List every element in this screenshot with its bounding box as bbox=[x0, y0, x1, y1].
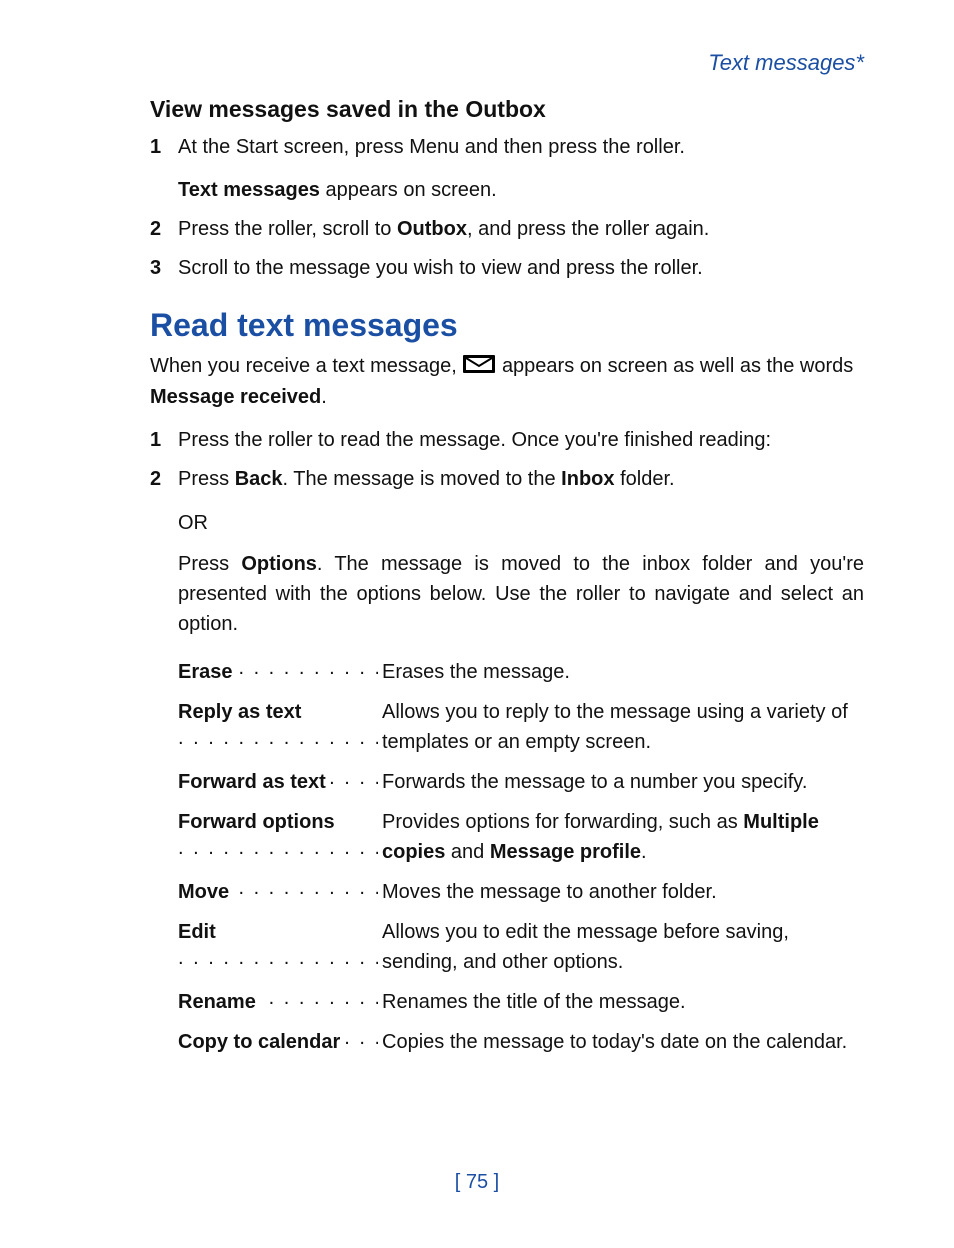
step-text-after: , and press the roller again. bbox=[467, 218, 709, 240]
intro-before: When you receive a text message, bbox=[150, 355, 462, 377]
step-body: Scroll to the message you wish to view a… bbox=[178, 254, 864, 283]
option-row: Move . . . . . . . . . . . . . . . . . .… bbox=[178, 877, 864, 907]
option-label: Erase . . . . . . . . . . . . . . . . . … bbox=[178, 657, 378, 687]
intro-paragraph: When you receive a text message, appears… bbox=[150, 352, 864, 412]
options-list: Erase . . . . . . . . . . . . . . . . . … bbox=[150, 657, 864, 1057]
option-label: Forward as text . . . . . . . . . . . . … bbox=[178, 767, 378, 797]
options-intro: Press Options. The message is moved to t… bbox=[178, 549, 864, 639]
step-text: Scroll to the message you wish to view a… bbox=[178, 257, 703, 279]
step-followup-rest: appears on screen. bbox=[320, 179, 497, 201]
step-bold1: Back bbox=[235, 468, 283, 490]
option-label: Forward options . . . . . . . . . . . . … bbox=[178, 807, 378, 867]
desc-post: . bbox=[641, 841, 647, 863]
option-row: Forward as text . . . . . . . . . . . . … bbox=[178, 767, 864, 797]
option-desc: Provides options for forwarding, such as… bbox=[378, 807, 864, 867]
step-text-bold: Outbox bbox=[397, 218, 467, 240]
desc-mid: and bbox=[445, 841, 489, 863]
option-desc: Forwards the message to a number you spe… bbox=[378, 767, 864, 797]
option-row: Reply as text . . . . . . . . . . . . . … bbox=[178, 697, 864, 757]
step-text-before: Press the roller, scroll to bbox=[178, 218, 397, 240]
bracket-left: [ bbox=[455, 1171, 466, 1193]
option-label: Move . . . . . . . . . . . . . . . . . .… bbox=[178, 877, 378, 907]
step-text: Press the roller to read the message. On… bbox=[178, 429, 771, 451]
option-label: Edit . . . . . . . . . . . . . . . . . .… bbox=[178, 917, 378, 977]
option-label-text: Reply as text bbox=[178, 701, 303, 723]
list-item: 1 At the Start screen, press Menu and th… bbox=[150, 133, 864, 205]
desc-bold2: Message profile bbox=[490, 841, 641, 863]
step-body: Press the roller to read the message. On… bbox=[178, 426, 864, 455]
step-pre: Press bbox=[178, 468, 235, 490]
option-row: Rename . . . . . . . . . . . . . . . . .… bbox=[178, 987, 864, 1017]
option-desc: Renames the title of the message. bbox=[378, 987, 864, 1017]
option-row: Forward options . . . . . . . . . . . . … bbox=[178, 807, 864, 867]
option-label-text: Rename bbox=[178, 991, 258, 1013]
envelope-icon bbox=[462, 354, 496, 383]
section-heading-read: Read text messages bbox=[150, 307, 864, 344]
step-bold2: Inbox bbox=[561, 468, 614, 490]
leader-dots: . . . . . . . . . . . . . . . . . . . bbox=[178, 943, 378, 973]
trail-bold: Options bbox=[241, 553, 317, 575]
intro-after: appears on screen as well as the words bbox=[502, 355, 853, 377]
trail-pre: Press bbox=[178, 553, 241, 575]
step-post: folder. bbox=[615, 468, 675, 490]
option-label-text: Erase bbox=[178, 661, 235, 683]
step-body: Press Back. The message is moved to the … bbox=[178, 465, 864, 494]
step-followup-bold: Text messages bbox=[178, 179, 320, 201]
step-mid: . The message is moved to the bbox=[283, 468, 562, 490]
step-text: At the Start screen, press Menu and then… bbox=[178, 136, 685, 158]
or-label: OR bbox=[178, 512, 864, 535]
manual-page: Text messages* View messages saved in th… bbox=[0, 0, 954, 1248]
page-number: [ 75 ] bbox=[0, 1171, 954, 1194]
option-label-text: Forward as text bbox=[178, 771, 328, 793]
bracket-right: ] bbox=[488, 1171, 499, 1193]
option-desc: Copies the message to today's date on th… bbox=[378, 1027, 864, 1057]
option-label: Copy to calendar . . . . . . . . . . . .… bbox=[178, 1027, 378, 1057]
option-label: Reply as text . . . . . . . . . . . . . … bbox=[178, 697, 378, 757]
list-item: 3 Scroll to the message you wish to view… bbox=[150, 254, 864, 283]
section-heading-view-outbox: View messages saved in the Outbox bbox=[150, 96, 864, 123]
page-number-value: 75 bbox=[466, 1171, 488, 1193]
option-label-text: Move bbox=[178, 881, 231, 903]
step-number: 1 bbox=[150, 133, 178, 162]
intro-tail-punct: . bbox=[321, 386, 327, 408]
list-item: 2 Press Back. The message is moved to th… bbox=[150, 465, 864, 494]
read-steps: 1 Press the roller to read the message. … bbox=[150, 426, 864, 494]
step-number: 1 bbox=[150, 426, 178, 455]
step-followup: Text messages appears on screen. bbox=[178, 176, 864, 205]
leader-dots: . . . . . . . . . . . . . . . . . . . bbox=[178, 833, 378, 863]
running-header: Text messages* bbox=[150, 50, 864, 76]
option-desc: Erases the message. bbox=[378, 657, 864, 687]
option-label: Rename . . . . . . . . . . . . . . . . .… bbox=[178, 987, 378, 1017]
option-label-text: Forward options bbox=[178, 811, 337, 833]
leader-dots: . . . . . . . . . . . . . . . . . . . bbox=[178, 723, 378, 753]
desc-pre: Provides options for forwarding, such as bbox=[382, 811, 743, 833]
step-number: 2 bbox=[150, 215, 178, 244]
step-body: At the Start screen, press Menu and then… bbox=[178, 133, 864, 205]
option-desc: Moves the message to another folder. bbox=[378, 877, 864, 907]
option-label-text: Edit bbox=[178, 921, 218, 943]
option-desc: Allows you to edit the message before sa… bbox=[378, 917, 864, 977]
option-row: Erase . . . . . . . . . . . . . . . . . … bbox=[178, 657, 864, 687]
step-number: 3 bbox=[150, 254, 178, 283]
option-desc: Allows you to reply to the message using… bbox=[378, 697, 864, 757]
option-label-text: Copy to calendar bbox=[178, 1031, 342, 1053]
option-row: Copy to calendar . . . . . . . . . . . .… bbox=[178, 1027, 864, 1057]
list-item: 2 Press the roller, scroll to Outbox, an… bbox=[150, 215, 864, 244]
step-number: 2 bbox=[150, 465, 178, 494]
view-outbox-steps: 1 At the Start screen, press Menu and th… bbox=[150, 133, 864, 283]
step-body: Press the roller, scroll to Outbox, and … bbox=[178, 215, 864, 244]
list-item: 1 Press the roller to read the message. … bbox=[150, 426, 864, 455]
intro-bold-tail: Message received bbox=[150, 386, 321, 408]
option-row: Edit . . . . . . . . . . . . . . . . . .… bbox=[178, 917, 864, 977]
